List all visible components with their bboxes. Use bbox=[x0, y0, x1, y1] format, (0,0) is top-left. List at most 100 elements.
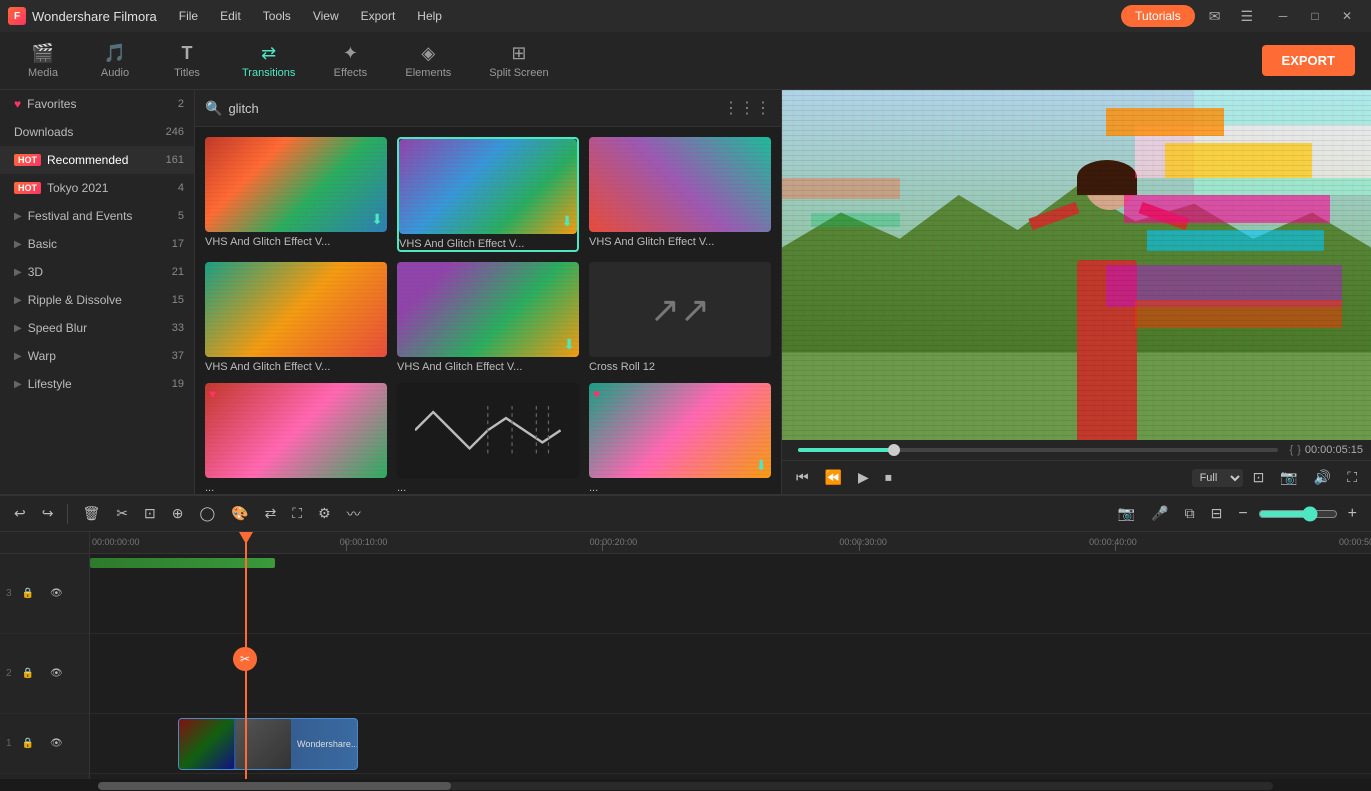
fullscreen-button[interactable]: ⛶ bbox=[1341, 465, 1363, 490]
app-logo-icon: F bbox=[8, 7, 26, 25]
heart-badge: ♥ bbox=[209, 387, 216, 401]
thumb-label: ... bbox=[397, 482, 579, 494]
list-item[interactable]: ⬇ VHS And Glitch Effect V... bbox=[205, 137, 387, 252]
thumb-label: ... bbox=[589, 482, 771, 494]
track-lock-1[interactable]: 🔒 bbox=[16, 735, 40, 752]
sidebar-item-ripple[interactable]: ▶ Ripple & Dissolve 15 bbox=[0, 286, 194, 314]
split-button[interactable]: ⊟ bbox=[1205, 502, 1229, 525]
heart-badge: ♥ bbox=[593, 387, 600, 401]
tutorials-button[interactable]: Tutorials bbox=[1121, 5, 1195, 27]
sidebar-item-favorites[interactable]: ♥ Favorites 2 bbox=[0, 90, 194, 118]
undo-button[interactable]: ↩ bbox=[8, 502, 32, 525]
list-item[interactable]: ↗↗ Cross Roll 12 bbox=[589, 262, 771, 373]
sidebar-item-speed-blur[interactable]: ▶ Speed Blur 33 bbox=[0, 314, 194, 342]
thumb-preview-vhs1: ⬇ bbox=[205, 137, 387, 232]
menu-icon[interactable]: ☰ bbox=[1234, 4, 1259, 29]
expand-icon-festival: ▶ bbox=[14, 211, 22, 222]
tab-transitions[interactable]: ⇄ Transitions bbox=[224, 37, 313, 85]
grid-options-button[interactable]: ⋮⋮⋮ bbox=[723, 98, 771, 118]
sidebar-item-downloads[interactable]: Downloads 246 bbox=[0, 118, 194, 146]
list-item[interactable]: ⬇ VHS And Glitch Effect V... bbox=[397, 262, 579, 373]
close-button[interactable]: ✕ bbox=[1331, 4, 1363, 28]
sidebar-item-warp[interactable]: ▶ Warp 37 bbox=[0, 342, 194, 370]
maximize-button[interactable]: □ bbox=[1299, 4, 1331, 28]
menu-edit[interactable]: Edit bbox=[210, 5, 251, 27]
delete-button[interactable]: 🗑 bbox=[76, 502, 106, 525]
sidebar-downloads-label: Downloads bbox=[14, 125, 73, 139]
adjust-button[interactable]: ⚙ bbox=[312, 502, 337, 525]
camera-button[interactable]: 📷 bbox=[1112, 502, 1141, 525]
timeline-scroll[interactable]: 00:00:00:00 00:00:10:00 00:00:20:00 00:0… bbox=[90, 532, 1371, 779]
thumb-preview-wave bbox=[397, 383, 579, 478]
scrollbar-track[interactable] bbox=[98, 782, 1273, 790]
window-controls: ─ □ ✕ bbox=[1267, 4, 1363, 28]
tab-effects[interactable]: ✦ Effects bbox=[315, 37, 385, 85]
menu-help[interactable]: Help bbox=[407, 5, 452, 27]
sidebar-item-lifestyle[interactable]: ▶ Lifestyle 19 bbox=[0, 370, 194, 398]
color-button[interactable]: 🎨 bbox=[225, 502, 254, 525]
list-item[interactable]: ⬇ VHS And Glitch Effect V... bbox=[397, 137, 579, 252]
play-button[interactable]: ▶ bbox=[852, 465, 875, 490]
tab-titles[interactable]: T Titles bbox=[152, 37, 222, 85]
cut-button[interactable]: ✂ bbox=[110, 502, 134, 525]
sidebar-item-festival[interactable]: ▶ Festival and Events 5 bbox=[0, 202, 194, 230]
progress-bar[interactable] bbox=[798, 448, 1278, 452]
skip-back-button[interactable]: ⏮ bbox=[790, 465, 815, 490]
tab-media[interactable]: 🎬 Media bbox=[8, 37, 78, 85]
transition-button[interactable]: ⇄ bbox=[259, 502, 283, 525]
list-item[interactable]: ... bbox=[397, 383, 579, 494]
track-label-3: 3 🔒 👁 bbox=[0, 554, 89, 634]
frame-back-button[interactable]: ⏪ bbox=[819, 465, 848, 490]
zoom-minus-button[interactable]: − bbox=[1232, 502, 1253, 526]
zoom-slider[interactable] bbox=[1258, 506, 1338, 522]
toolbar-separator bbox=[67, 504, 68, 524]
menu-view[interactable]: View bbox=[303, 5, 349, 27]
track-lock-3[interactable]: 🔒 bbox=[16, 585, 40, 602]
mic-button[interactable]: 🎤 bbox=[1145, 502, 1174, 525]
track-eye-3[interactable]: 👁 bbox=[44, 585, 69, 602]
scrollbar-thumb[interactable] bbox=[98, 782, 451, 790]
list-item[interactable]: VHS And Glitch Effect V... bbox=[205, 262, 387, 373]
ruler-spacer bbox=[0, 532, 89, 554]
stop-button[interactable]: ⏹ bbox=[879, 465, 898, 490]
thumb-label: ... bbox=[205, 482, 387, 494]
sidebar-item-recommended[interactable]: HOT Recommended 161 bbox=[0, 146, 194, 174]
sidebar-item-tokyo2021[interactable]: HOT Tokyo 2021 4 bbox=[0, 174, 194, 202]
export-button[interactable]: EXPORT bbox=[1262, 45, 1355, 76]
list-item[interactable]: ♥ ⬇ ... bbox=[589, 383, 771, 494]
full-screen-button[interactable]: ⛶ bbox=[286, 502, 308, 525]
track-eye-1[interactable]: 👁 bbox=[44, 735, 69, 752]
menu-file[interactable]: File bbox=[169, 5, 208, 27]
list-item[interactable]: ♥ ... bbox=[205, 383, 387, 494]
zoom-fit-button[interactable]: ⊕ bbox=[166, 502, 190, 525]
track-clip-green[interactable] bbox=[90, 558, 275, 568]
tab-elements[interactable]: ◈ Elements bbox=[387, 37, 469, 85]
tab-split-screen[interactable]: ⊞ Split Screen bbox=[471, 37, 566, 85]
redo-button[interactable]: ↪ bbox=[36, 502, 60, 525]
detach-audio-button[interactable]: ◯ bbox=[193, 502, 221, 525]
split-screen-icon: ⊞ bbox=[511, 43, 526, 64]
search-input[interactable] bbox=[228, 101, 717, 116]
sidebar-item-3d[interactable]: ▶ 3D 21 bbox=[0, 258, 194, 286]
thumb-preview-pink1: ♥ bbox=[205, 383, 387, 478]
track-clip-main[interactable]: Wondershare... 134751 bbox=[178, 718, 358, 770]
volume-button[interactable]: 🔊 bbox=[1308, 465, 1337, 490]
thumb-label: VHS And Glitch Effect V... bbox=[397, 361, 579, 373]
minimize-button[interactable]: ─ bbox=[1267, 4, 1299, 28]
audio-wave-button[interactable]: 〰 bbox=[341, 501, 367, 527]
notification-icon[interactable]: ✉ bbox=[1203, 4, 1227, 29]
menu-export[interactable]: Export bbox=[351, 5, 406, 27]
snapshot-button[interactable]: 📷 bbox=[1274, 465, 1303, 490]
fit-screen-button[interactable]: ⊡ bbox=[1247, 465, 1271, 490]
sidebar-item-basic[interactable]: ▶ Basic 17 bbox=[0, 230, 194, 258]
crop-button[interactable]: ⊡ bbox=[138, 502, 162, 525]
list-item[interactable]: VHS And Glitch Effect V... bbox=[589, 137, 771, 252]
tab-audio[interactable]: 🎵 Audio bbox=[80, 37, 150, 85]
menu-tools[interactable]: Tools bbox=[253, 5, 301, 27]
track-eye-2[interactable]: 👁 bbox=[44, 665, 69, 682]
horizontal-scrollbar[interactable] bbox=[0, 779, 1371, 789]
zoom-plus-button[interactable]: + bbox=[1342, 502, 1363, 526]
pip-button[interactable]: ⧉ bbox=[1179, 502, 1201, 525]
zoom-select[interactable]: Full 50% 25% bbox=[1192, 469, 1243, 487]
track-lock-2[interactable]: 🔒 bbox=[16, 665, 40, 682]
